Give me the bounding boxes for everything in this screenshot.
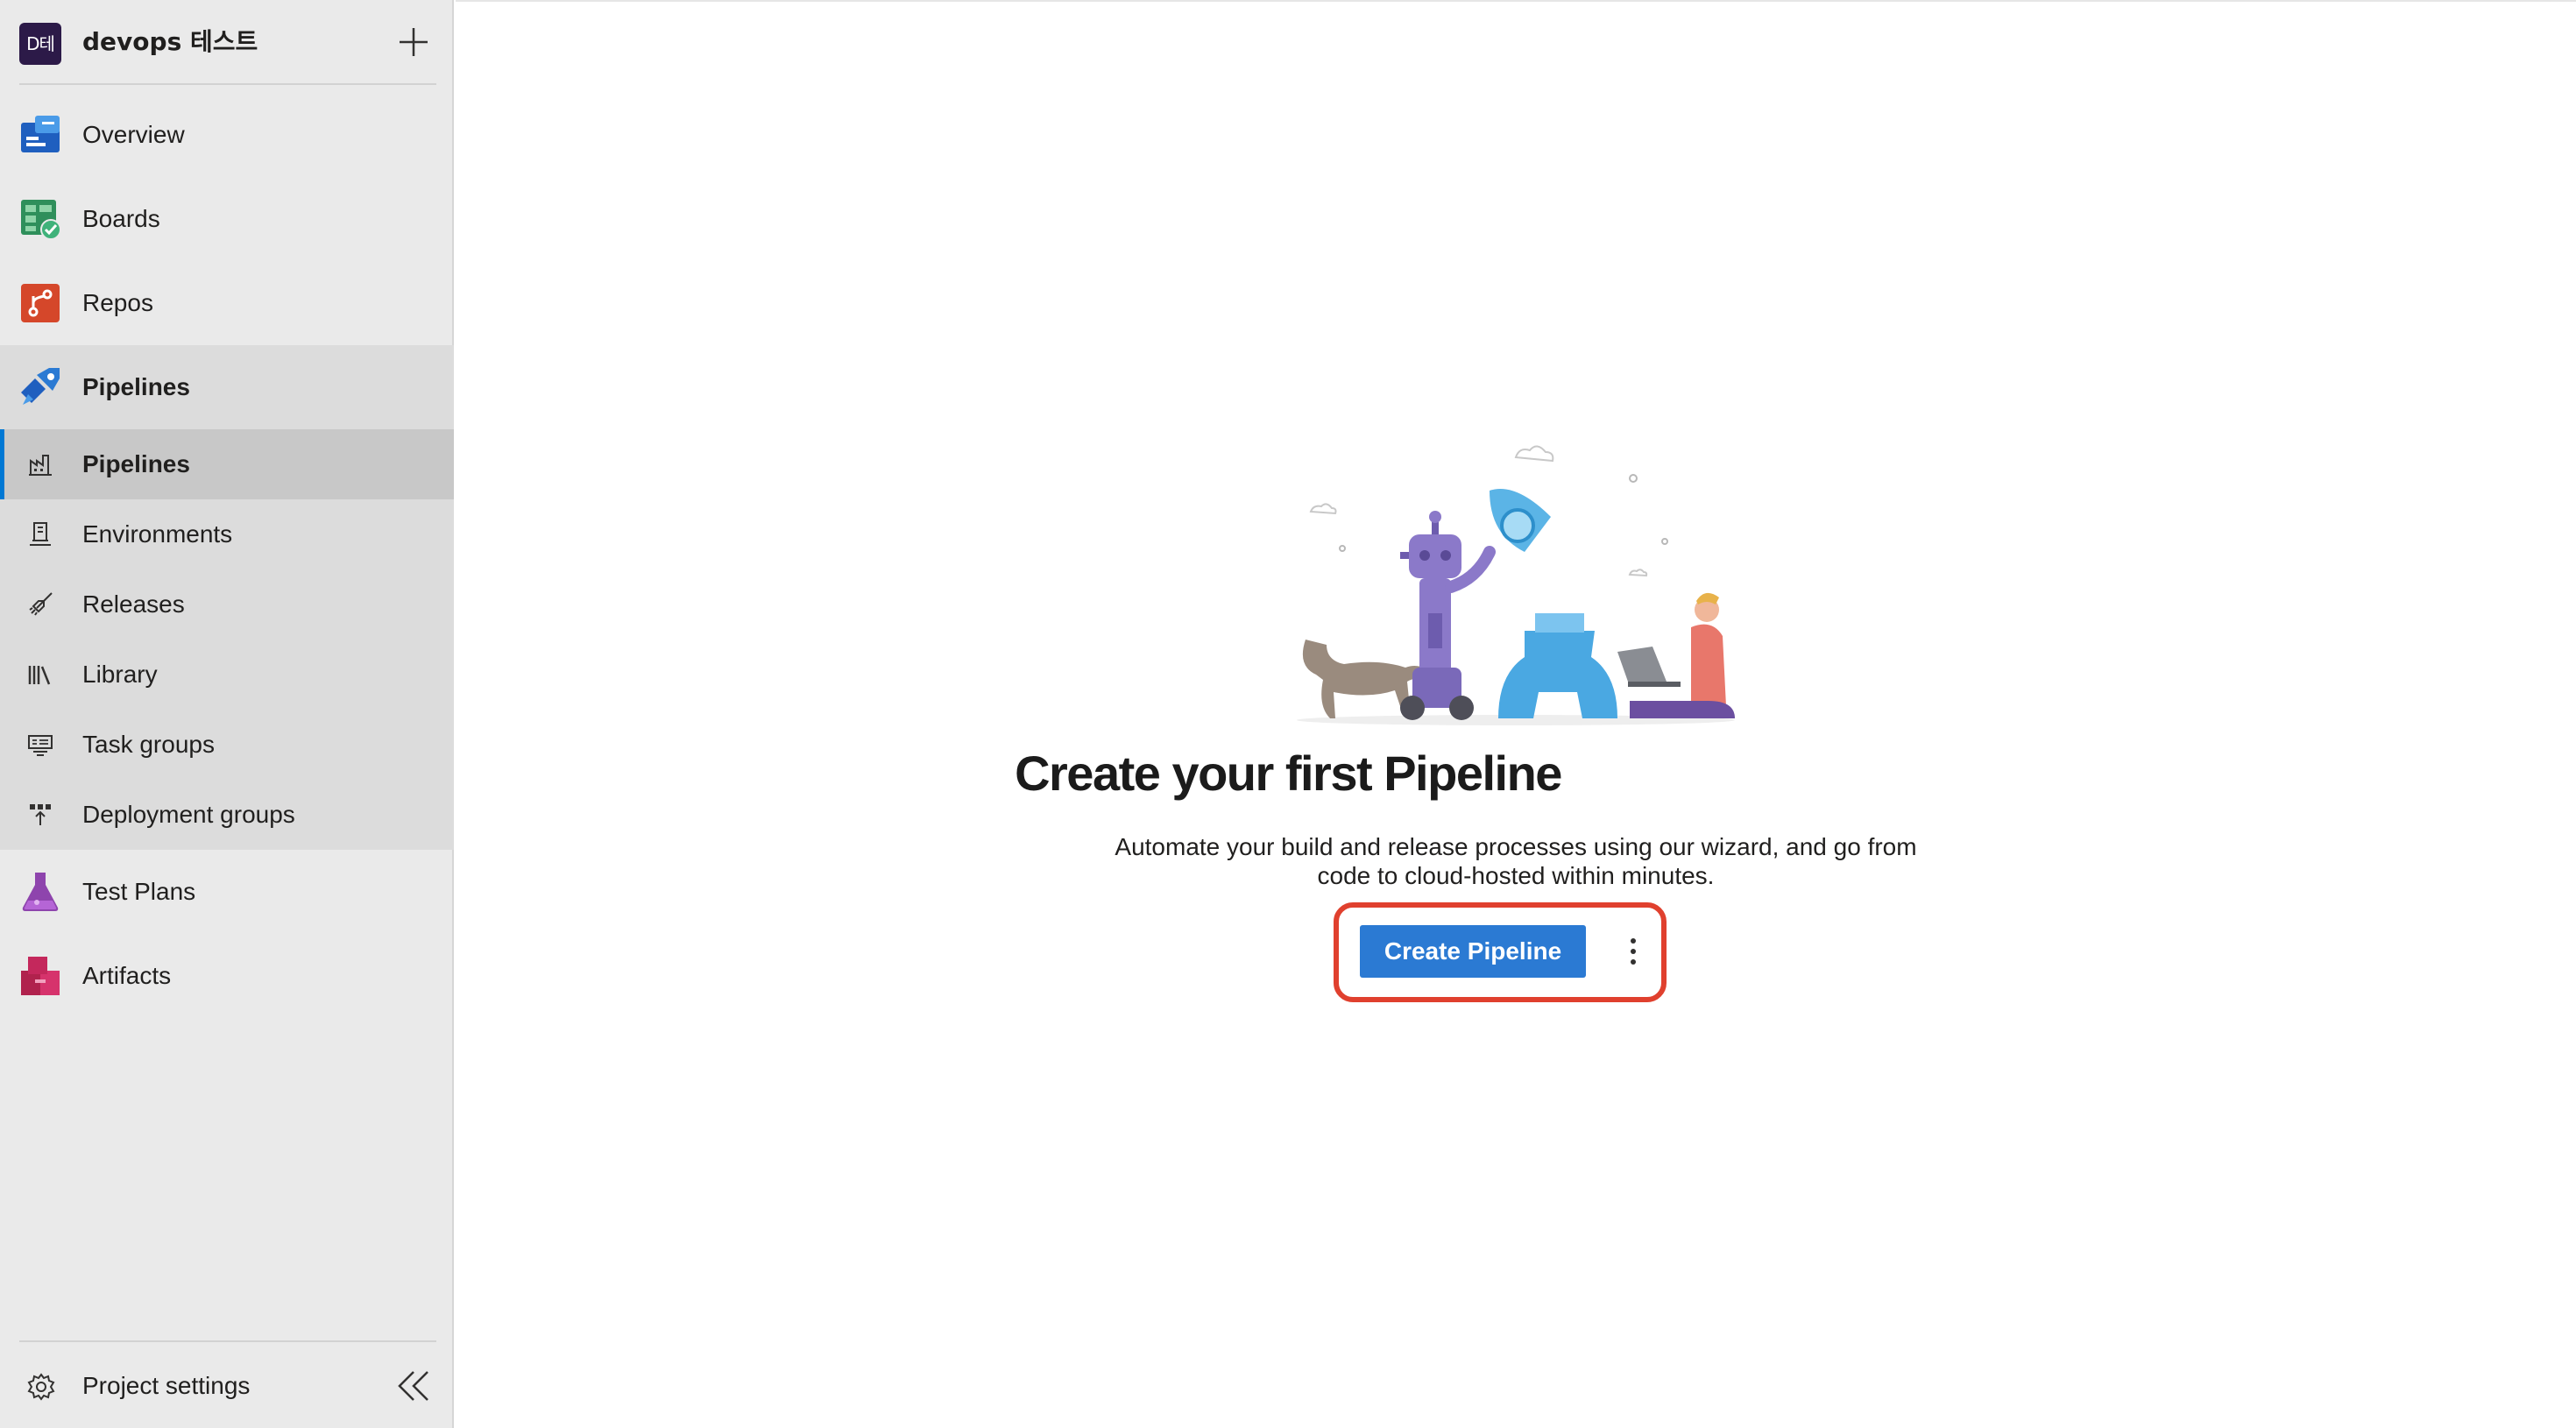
library-icon [28,666,51,685]
gear-icon [27,1373,55,1401]
header-divider [19,83,436,85]
nav-item-pipelines[interactable]: Pipelines [0,345,454,429]
collapse-sidebar-button[interactable] [393,1365,435,1407]
sub-item-library[interactable]: Library [0,640,454,710]
sub-item-environments[interactable]: Environments [0,499,454,569]
repos-icon [21,284,60,322]
sub-label-releases: Releases [82,590,185,618]
plus-icon [400,28,428,56]
overview-icon [21,116,60,152]
nav-item-repos[interactable]: Repos [0,261,454,345]
nav-item-artifacts[interactable]: Artifacts [0,934,454,1018]
nav-label-pipelines: Pipelines [82,373,190,400]
deployment-groups-icon [30,804,51,825]
pipelines-factory-icon [29,455,52,476]
footer-divider [19,1340,436,1342]
artifacts-icon [21,957,60,995]
project-header: D테 devops 테스트 [0,0,454,84]
double-chevron-left-icon [398,1371,428,1401]
nav-item-test-plans[interactable]: Test Plans [0,850,454,934]
project-avatar[interactable]: D테 [19,23,61,65]
test-plans-icon [22,873,59,911]
nav-label-boards: Boards [82,205,160,232]
nav-item-boards[interactable]: Boards [0,177,454,261]
sub-label-library: Library [82,661,158,688]
more-options-button[interactable] [1614,932,1652,971]
sub-item-releases[interactable]: Releases [0,569,454,640]
nav-label-repos: Repos [82,289,153,316]
nav-label-test-plans: Test Plans [82,878,196,905]
empty-state-description: Automate your build and release processe… [1115,833,1917,889]
boards-icon [21,200,61,240]
project-settings-link[interactable]: Project settings [0,1346,368,1426]
rocket-icon [29,592,53,616]
create-pipeline-button[interactable]: Create Pipeline [1360,925,1586,978]
empty-state-title: Create your first Pipeline [1015,746,1562,801]
new-project-button[interactable] [396,25,431,60]
sub-label-pipelines: Pipelines [82,450,190,477]
sub-item-pipelines[interactable]: Pipelines [0,429,454,499]
project-settings-label: Project settings [82,1372,251,1399]
nav-label-artifacts: Artifacts [82,962,172,989]
environments-icon [30,522,51,546]
left-navigation: D테 devops 테스트 Overview Boards Repos Pipe… [0,0,454,1428]
sub-label-environments: Environments [82,520,233,548]
nav-label-overview: Overview [82,121,185,148]
pipeline-hero-illustration [1297,445,1735,725]
nav-item-overview[interactable]: Overview [0,93,454,177]
vertical-ellipsis-icon [1631,938,1636,965]
pipelines-icon [21,368,60,405]
project-name[interactable]: devops 테스트 [82,26,258,58]
